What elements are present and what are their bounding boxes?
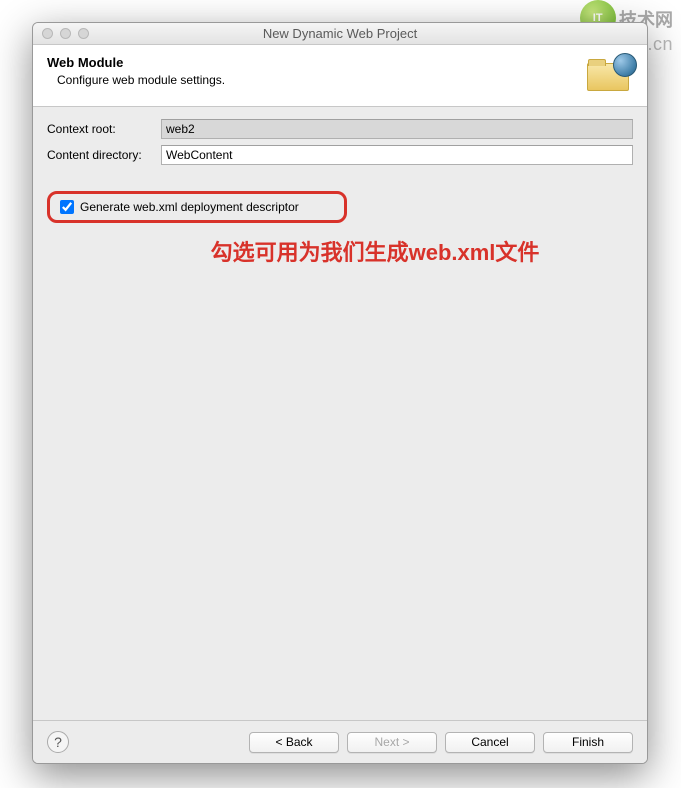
- content-directory-label: Content directory:: [47, 148, 161, 162]
- context-root-input[interactable]: [161, 119, 633, 139]
- content-directory-row: Content directory:: [47, 145, 633, 165]
- annotation-text: 勾选可用为我们生成web.xml文件: [47, 235, 633, 267]
- wizard-header: Web Module Configure web module settings…: [33, 45, 647, 107]
- generate-descriptor-checkbox[interactable]: [60, 200, 74, 214]
- next-button[interactable]: Next >: [347, 732, 437, 753]
- cancel-button[interactable]: Cancel: [445, 732, 535, 753]
- window-title: New Dynamic Web Project: [33, 26, 647, 41]
- globe-icon: [613, 53, 637, 77]
- context-root-label: Context root:: [47, 122, 161, 136]
- generate-descriptor-highlight: Generate web.xml deployment descriptor: [47, 191, 347, 223]
- generate-descriptor-label: Generate web.xml deployment descriptor: [80, 200, 299, 214]
- dialog-window: New Dynamic Web Project Web Module Confi…: [32, 22, 648, 764]
- context-root-row: Context root:: [47, 119, 633, 139]
- page-subtitle: Configure web module settings.: [47, 73, 585, 87]
- finish-button[interactable]: Finish: [543, 732, 633, 753]
- titlebar: New Dynamic Web Project: [33, 23, 647, 45]
- form-area: Context root: Content directory: Generat…: [33, 107, 647, 720]
- page-title: Web Module: [47, 55, 585, 70]
- button-bar: ? < Back Next > Cancel Finish: [33, 720, 647, 763]
- help-icon[interactable]: ?: [47, 731, 69, 753]
- back-button[interactable]: < Back: [249, 732, 339, 753]
- content-directory-input[interactable]: [161, 145, 633, 165]
- web-module-icon: [585, 55, 633, 99]
